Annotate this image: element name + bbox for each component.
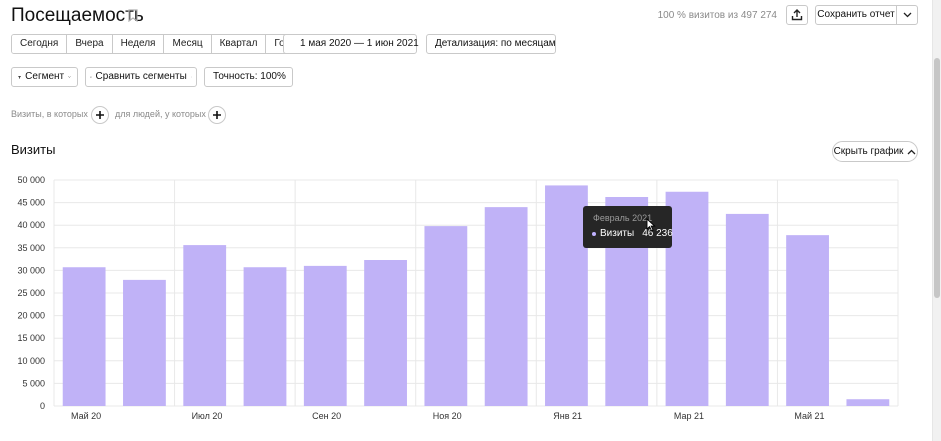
plus-icon (213, 111, 221, 119)
period-tab-today[interactable]: Сегодня (12, 35, 68, 53)
accuracy-label: Точность: 100% (213, 71, 286, 82)
bar-8[interactable] (484, 207, 528, 406)
add-visits-filter-button[interactable] (91, 106, 109, 124)
chevron-down-icon (68, 76, 71, 78)
export-button[interactable] (786, 5, 808, 25)
y-tick-label: 35 000 (17, 243, 45, 253)
period-tab-quarter[interactable]: Квартал (211, 35, 267, 53)
y-tick-label: 15 000 (17, 333, 45, 343)
bar-1[interactable] (62, 267, 106, 406)
y-tick-label: 25 000 (17, 288, 45, 298)
tooltip-title: Февраль 2021 (593, 213, 653, 223)
visits-summary: 100 % визитов из 497 274 (657, 10, 777, 21)
date-range-label: 1 мая 2020 — 1 июн 2021 (300, 38, 419, 49)
hide-chart-label: Скрыть график (833, 146, 904, 157)
visits-filter-label: Визиты, в которых (11, 109, 88, 119)
chevron-down-icon (190, 76, 192, 78)
tooltip-series-name: Визиты (600, 228, 635, 239)
export-icon (791, 9, 803, 21)
period-tab-week[interactable]: Неделя (112, 35, 165, 53)
compare-segments-label: Сравнить сегменты (95, 71, 187, 82)
visits-bar-chart[interactable]: 0 5 000 10 000 15 000 20 000 25 000 30 000 35 0… (0, 170, 930, 430)
segment-button[interactable]: Сегмент (11, 67, 78, 87)
period-tab-month[interactable]: Месяц (164, 35, 212, 53)
chevron-down-icon (903, 12, 911, 18)
bar-13[interactable] (786, 235, 829, 406)
y-tick-label: 5 000 (22, 378, 45, 388)
page-title: Посещаемость (11, 5, 144, 26)
bar-3[interactable] (183, 245, 227, 406)
x-tick-label: Сен 20 (312, 411, 341, 421)
y-tick-label: 50 000 (17, 175, 45, 185)
x-tick-label: Ноя 20 (433, 411, 462, 421)
y-tick-label: 10 000 (17, 356, 45, 366)
x-tick-label: Май 20 (71, 411, 101, 421)
y-tick-label: 0 (40, 401, 45, 411)
plus-icon (96, 111, 104, 119)
x-tick-label: Янв 21 (553, 411, 582, 421)
y-tick-label: 20 000 (17, 311, 45, 321)
period-tab-yesterday[interactable]: Вчера (67, 35, 113, 53)
bar-2[interactable] (123, 279, 166, 406)
add-people-filter-button[interactable] (208, 106, 226, 124)
chart-section-title: Визиты (11, 142, 56, 157)
compare-segments-icon (90, 76, 92, 78)
tooltip-series-dot (592, 231, 596, 236)
people-filter-label: для людей, у которых (115, 109, 206, 119)
bar-5[interactable] (303, 265, 347, 406)
compare-segments-button[interactable]: Сравнить сегменты (85, 67, 197, 87)
bar-4[interactable] (243, 267, 287, 406)
chevron-up-icon (907, 149, 916, 154)
save-report-label: Сохранить отчет (817, 9, 895, 20)
filter-icon (18, 75, 22, 79)
x-tick-label: Июл 20 (192, 411, 223, 421)
cursor-icon (646, 218, 656, 232)
y-tick-label: 45 000 (17, 198, 45, 208)
y-tick-label: 40 000 (17, 220, 45, 230)
scrollbar-thumb[interactable] (934, 58, 940, 298)
bar-6[interactable] (364, 260, 407, 406)
x-tick-label: Май 21 (794, 411, 824, 421)
save-report-menu-button[interactable] (896, 5, 918, 25)
save-report-button[interactable]: Сохранить отчет (815, 5, 897, 25)
tooltip-row: Визиты 46 236 (592, 228, 673, 239)
page-scrollbar[interactable] (932, 0, 941, 441)
period-tabs: Сегодня Вчера Неделя Месяц Квартал Год (11, 34, 300, 54)
x-tick-label: Мар 21 (674, 411, 704, 421)
hide-chart-button[interactable]: Скрыть график (832, 141, 918, 162)
segment-label: Сегмент (25, 71, 65, 82)
bar-14[interactable] (846, 399, 890, 406)
detail-label: Детализация: по месяцам (435, 38, 556, 49)
detail-select[interactable]: Детализация: по месяцам (426, 34, 556, 54)
accuracy-select[interactable]: Точность: 100% (204, 67, 293, 87)
bar-12[interactable] (725, 213, 769, 406)
chart-tooltip: Февраль 2021 Визиты 46 236 (583, 206, 673, 248)
bar-11[interactable] (665, 191, 709, 406)
bookmark-icon[interactable] (128, 9, 138, 22)
bar-9[interactable] (545, 185, 588, 406)
date-range-button[interactable]: 1 мая 2020 — 1 июн 2021 (283, 34, 419, 54)
y-tick-label: 30 000 (17, 265, 45, 275)
bar-7[interactable] (424, 226, 468, 406)
